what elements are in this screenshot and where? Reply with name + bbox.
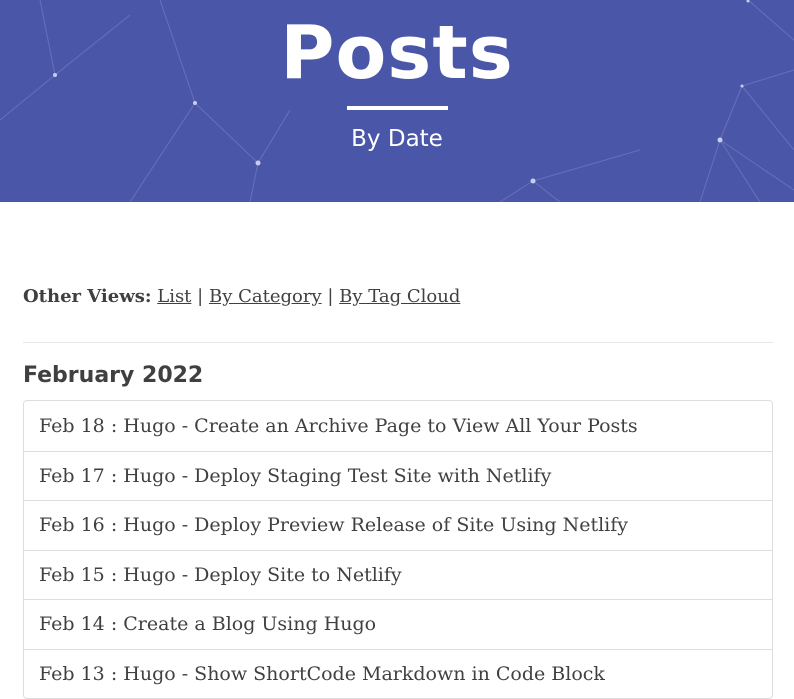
post-list-item[interactable]: Feb 17 : Hugo - Deploy Staging Test Site…: [24, 450, 772, 501]
post-list-item[interactable]: Feb 16 : Hugo - Deploy Preview Release o…: [24, 500, 772, 550]
other-views: Other Views: List | By Category | By Tag…: [23, 283, 460, 311]
post-list-item[interactable]: Feb 13 : Hugo - Show ShortCode Markdown …: [24, 648, 772, 699]
post-title: Hugo - Deploy Site to Netlify: [123, 563, 402, 586]
view-link-by-category[interactable]: By Category: [209, 286, 322, 307]
view-link-list[interactable]: List: [157, 286, 191, 307]
separator: |: [197, 286, 204, 307]
separator: |: [327, 286, 334, 307]
post-date: Feb 17: [39, 464, 105, 487]
post-title: Hugo - Deploy Preview Release of Site Us…: [123, 514, 629, 537]
post-list: Feb 18 : Hugo - Create an Archive Page t…: [23, 400, 773, 699]
post-list-item[interactable]: Feb 15 : Hugo - Deploy Site to Netlify: [24, 549, 772, 600]
title-underline: [347, 106, 448, 110]
post-date: Feb 16: [39, 514, 105, 537]
post-title: Hugo - Create an Archive Page to View Al…: [123, 414, 638, 437]
page-title: Posts: [280, 10, 514, 96]
page-subtitle: By Date: [351, 126, 443, 152]
post-title: Hugo - Deploy Staging Test Site with Net…: [123, 464, 552, 487]
month-heading: February 2022: [23, 363, 204, 388]
divider: [23, 342, 773, 343]
post-title: Create a Blog Using Hugo: [123, 613, 377, 636]
post-list-item[interactable]: Feb 18 : Hugo - Create an Archive Page t…: [24, 401, 772, 451]
page-header: Posts By Date: [0, 0, 794, 202]
post-date: Feb 13: [39, 662, 105, 685]
post-date: Feb 18: [39, 414, 105, 437]
other-views-label: Other Views:: [23, 286, 152, 307]
view-link-by-tag-cloud[interactable]: By Tag Cloud: [339, 286, 460, 307]
post-title: Hugo - Show ShortCode Markdown in Code B…: [123, 662, 605, 685]
post-list-item[interactable]: Feb 14 : Create a Blog Using Hugo: [24, 599, 772, 649]
post-date: Feb 14: [39, 613, 105, 636]
post-date: Feb 15: [39, 563, 105, 586]
